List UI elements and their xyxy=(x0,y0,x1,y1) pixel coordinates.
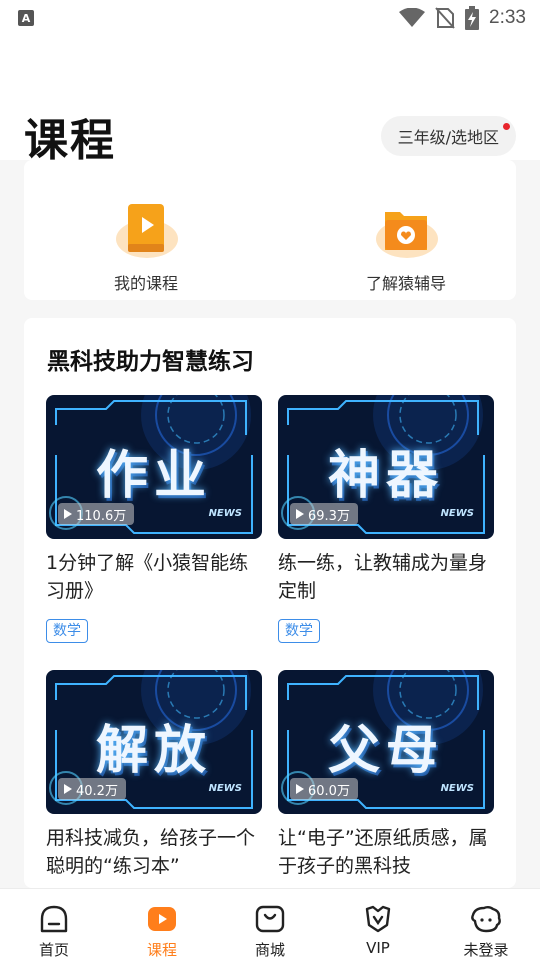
quick-link-label: 了解猿辅导 xyxy=(365,274,446,293)
nav-home[interactable]: 首页 xyxy=(0,889,108,960)
section-title: 黑科技助力智慧练习 xyxy=(47,349,254,375)
play-count-value: 40.2万 xyxy=(76,783,118,799)
video-card[interactable]: 作业 110.6万 NEWS 1分钟了解《小猿智能练习册》 数学 xyxy=(46,395,262,643)
about-yuanfudao-link[interactable]: 了解猿辅导 xyxy=(326,202,486,294)
nav-label: 课程 xyxy=(146,941,177,959)
wifi-icon xyxy=(399,8,426,27)
video-title[interactable]: 练一练，让教辅成为量身定制 xyxy=(278,549,494,605)
status-bar: A 2:33 xyxy=(0,0,540,36)
book-play-icon xyxy=(128,204,164,252)
video-card[interactable]: 父母 60.0万 NEWS 让“电子”还原纸质感，属于孩子的黑科技 xyxy=(278,670,494,880)
video-thumbnail[interactable]: 作业 110.6万 NEWS xyxy=(46,395,262,539)
nav-label: 首页 xyxy=(38,941,69,959)
nav-vip[interactable]: VIP xyxy=(324,889,432,960)
play-count-value: 60.0万 xyxy=(308,783,350,799)
practice-videos-section: 黑科技助力智慧练习 作业 110.6万 NEWS 1分钟了解《小猿智能练习册》 … xyxy=(24,318,516,888)
grade-selector-label: 三年级/选地区 xyxy=(397,128,499,147)
bottom-navigation: 首页 课程 商城 VIP 未登录 xyxy=(0,888,540,960)
vip-icon xyxy=(365,905,391,933)
quick-link-label: 我的课程 xyxy=(113,274,178,293)
video-thumbnail[interactable]: 解放 40.2万 NEWS xyxy=(46,670,262,814)
course-play-icon xyxy=(148,907,176,931)
video-card[interactable]: 神器 69.3万 NEWS 练一练，让教辅成为量身定制 数学 xyxy=(278,395,494,643)
subject-tag: 数学 xyxy=(278,619,320,643)
play-icon xyxy=(296,784,304,794)
app-notification-icon: A xyxy=(18,10,34,26)
page-title: 课程 xyxy=(24,115,116,166)
grade-region-selector[interactable]: 三年级/选地区 xyxy=(380,116,516,156)
video-title[interactable]: 让“电子”还原纸质感，属于孩子的黑科技 xyxy=(278,824,494,880)
play-count: 69.3万 xyxy=(290,503,358,525)
video-title[interactable]: 用科技减负，给孩子一个聪明的“练习本” xyxy=(46,824,262,880)
news-badge: NEWS xyxy=(208,508,242,519)
home-icon xyxy=(40,905,68,933)
play-icon xyxy=(296,509,304,519)
play-count: 60.0万 xyxy=(290,778,358,800)
battery-charging-icon xyxy=(465,6,480,30)
play-icon xyxy=(64,509,72,519)
notification-dot xyxy=(503,123,510,130)
thumbnail-title: 解放 xyxy=(95,721,212,781)
play-icon xyxy=(64,784,72,794)
subject-tag: 数学 xyxy=(46,619,88,643)
video-thumbnail[interactable]: 父母 60.0万 NEWS xyxy=(278,670,494,814)
thumbnail-title: 神器 xyxy=(327,446,444,506)
thumbnail-title: 作业 xyxy=(95,446,212,506)
folder-heart-icon xyxy=(385,212,427,250)
play-count: 40.2万 xyxy=(58,778,126,800)
nav-label: VIP xyxy=(366,939,390,957)
news-badge: NEWS xyxy=(208,783,242,794)
play-count-value: 110.6万 xyxy=(76,508,127,524)
news-badge: NEWS xyxy=(440,783,474,794)
video-card[interactable]: 解放 40.2万 NEWS 用科技减负，给孩子一个聪明的“练习本” xyxy=(46,670,262,880)
nav-profile[interactable]: 未登录 xyxy=(432,889,540,960)
avatar-icon xyxy=(471,906,501,933)
quick-links-panel: 我的课程 了解猿辅导 xyxy=(24,160,516,300)
nav-shop[interactable]: 商城 xyxy=(216,889,324,960)
shop-bag-icon xyxy=(255,905,285,933)
play-count-value: 69.3万 xyxy=(308,508,350,524)
header: 课程 三年级/选地区 xyxy=(0,36,540,166)
nav-courses[interactable]: 课程 xyxy=(108,889,216,960)
video-title[interactable]: 1分钟了解《小猿智能练习册》 xyxy=(46,549,262,605)
no-sim-icon xyxy=(435,7,455,29)
my-courses-link[interactable]: 我的课程 xyxy=(66,202,226,294)
video-thumbnail[interactable]: 神器 69.3万 NEWS xyxy=(278,395,494,539)
nav-label: 商城 xyxy=(254,941,285,959)
play-count: 110.6万 xyxy=(58,503,135,525)
nav-label: 未登录 xyxy=(463,941,509,959)
clock: 2:33 xyxy=(489,7,526,28)
thumbnail-title: 父母 xyxy=(327,721,444,781)
news-badge: NEWS xyxy=(440,508,474,519)
